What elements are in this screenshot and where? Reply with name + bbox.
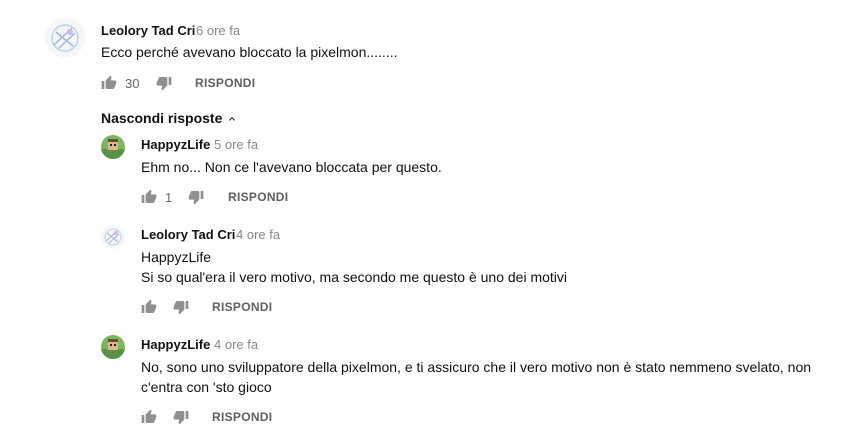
hide-replies-toggle[interactable]: Nascondi risposte [101,110,238,126]
comment-timestamp[interactable]: 6 ore fa [196,23,240,38]
thumb-down-icon[interactable] [173,409,189,425]
reply-text-line1: No, sono uno sviluppatore della pixelmon… [141,359,812,375]
thumb-down-icon[interactable] [173,299,189,315]
reply-timestamp[interactable]: 4 ore fa [214,337,258,352]
comment-text: Ecco perché avevano bloccato la pixelmon… [101,44,398,60]
hide-replies-label: Nascondi risposte [101,110,223,126]
like-count: 30 [125,76,140,91]
thumb-down-icon[interactable] [156,75,172,91]
reply-author[interactable]: Leolory Tad Cri [141,227,235,242]
reply-button[interactable]: RISPONDI [212,410,272,424]
reply-button[interactable]: RISPONDI [195,76,255,90]
reply-text-line1: HappyzLife [141,249,212,265]
comment-author[interactable]: Leolory Tad Cri [101,23,195,38]
reply-text: Ehm no... Non ce l'avevano bloccata per … [141,159,442,175]
avatar[interactable] [101,335,125,359]
avatar[interactable] [101,225,125,249]
reply-button[interactable]: RISPONDI [228,190,288,204]
avatar[interactable] [45,18,85,58]
chevron-up-icon [229,117,236,121]
reply-text-line2: c'entra con 'sto gioco [141,379,272,395]
reply-timestamp[interactable]: 4 ore fa [236,227,280,242]
thumb-up-icon[interactable] [141,299,157,315]
thumb-up-icon[interactable] [101,75,117,91]
reply-text-line2: Si so qual'era il vero motivo, ma second… [141,269,568,285]
thumb-up-icon[interactable] [141,409,157,425]
avatar[interactable] [101,135,125,159]
reply-author[interactable]: HappyzLife [141,137,210,152]
like-count: 1 [165,190,173,205]
reply-author[interactable]: HappyzLife [141,337,210,352]
reply-timestamp[interactable]: 5 ore fa [214,137,258,152]
thumb-down-icon[interactable] [188,189,204,205]
reply-button[interactable]: RISPONDI [212,300,272,314]
thumb-up-icon[interactable] [141,189,157,205]
